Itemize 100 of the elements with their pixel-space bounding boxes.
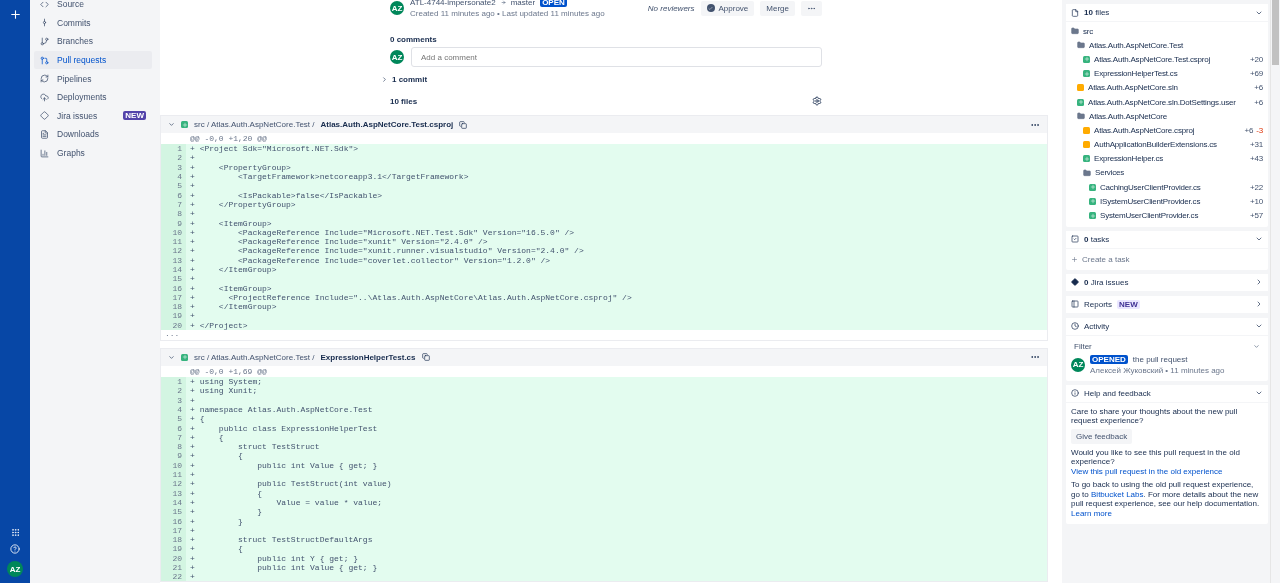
line-number: 15: [161, 507, 186, 517]
nav-item[interactable]: Branches: [34, 32, 152, 51]
line-number: 11: [161, 236, 186, 247]
file-link[interactable]: AuthApplicationBuilderExtensions.cs: [1094, 140, 1217, 150]
code-line: + }: [189, 516, 244, 526]
code-line: + </ItemGroup>: [189, 302, 278, 312]
added-count: +20: [1250, 54, 1263, 64]
file-path: src / Atlas.Auth.AspNetCore.Test /: [194, 352, 315, 362]
create-icon[interactable]: [8, 8, 22, 21]
nav-item[interactable]: Commits: [34, 13, 152, 33]
old-experience-link[interactable]: View this pull request in the old experience: [1071, 466, 1223, 476]
scrollbar-thumb[interactable]: [1272, 0, 1279, 65]
file-link[interactable]: Atlas.Auth.AspNetCore.csproj: [1094, 125, 1195, 135]
code-line: +: [189, 470, 196, 480]
files-count: 10 files: [390, 96, 418, 106]
help-icon[interactable]: [10, 544, 20, 554]
event-meta: Алексей Жуковский • 11 minutes ago: [1090, 365, 1225, 375]
jira-panel-header[interactable]: 0 Jira issues: [1066, 273, 1268, 292]
line-number: 6: [161, 190, 186, 200]
app-switcher-icon[interactable]: [10, 528, 20, 537]
file-link[interactable]: ExpressionHelperTest.cs: [1094, 69, 1178, 79]
folder-icon: [1083, 168, 1091, 177]
code-line: + public int Value { get; }: [189, 563, 379, 572]
tasks-panel-header[interactable]: 0 tasks: [1066, 230, 1268, 249]
file-link[interactable]: CachingUserClientProvider.cs: [1100, 182, 1201, 192]
panel-title: Reports: [1084, 299, 1112, 309]
code-line: +: [189, 395, 196, 405]
learn-more-link[interactable]: Learn more: [1071, 508, 1112, 518]
copy-icon[interactable]: [421, 353, 430, 362]
source-branch[interactable]: ATL-4744-impersonate2: [410, 0, 496, 7]
target-branch[interactable]: master: [510, 0, 536, 7]
folder-name[interactable]: Atlas.Auth.AspNetCore: [1089, 111, 1168, 121]
folder-icon: [1077, 112, 1085, 121]
code-line: + {: [189, 451, 244, 461]
file-added-icon: [181, 353, 188, 361]
folder-icon: [1071, 27, 1079, 36]
merge-button[interactable]: Merge: [760, 0, 795, 16]
code-line: + struct TestStructDefaultArgs: [189, 535, 374, 545]
code-line: + <PackageReference Include="xunit.runner.visualstudio" Version="2.4.0" />: [189, 246, 585, 256]
nav-item[interactable]: Deployments: [34, 87, 152, 107]
chevron-right-icon[interactable]: [1255, 300, 1263, 309]
file-link[interactable]: SystemUserClientProvider.cs: [1100, 211, 1199, 221]
labs-link[interactable]: Bitbucket Labs: [1091, 489, 1144, 499]
removed-count: -3: [1256, 125, 1263, 135]
give-feedback-button[interactable]: Give feedback: [1071, 428, 1133, 444]
bar-chart-icon: [40, 148, 49, 158]
nav-label: Deployments: [57, 92, 107, 103]
code-line: +: [189, 572, 196, 582]
help-panel-header[interactable]: Help and feedback: [1066, 384, 1268, 403]
chevron-right-icon: [381, 76, 388, 83]
folder-name[interactable]: Atlas.Auth.AspNetCore.Test: [1089, 40, 1183, 50]
commits-toggle[interactable]: 1 commit: [381, 75, 822, 84]
code-line: + </PropertyGroup>: [189, 199, 297, 209]
code-line: + <PackageReference Include="coverlet.collector" Version="1.2.0" />: [189, 255, 552, 265]
user-avatar: AZ: [390, 50, 404, 64]
reports-panel-header[interactable]: Reports NEW: [1066, 295, 1268, 314]
create-task-button[interactable]: Create a task: [1071, 250, 1263, 266]
line-number: 3: [161, 395, 186, 405]
code-line: + <ItemGroup>: [189, 283, 273, 293]
chevron-down-icon[interactable]: [168, 121, 175, 128]
file-link[interactable]: ISystemUserClientProvider.cs: [1100, 196, 1201, 206]
code-icon: [40, 0, 49, 9]
file-link[interactable]: Atlas.Auth.AspNetCore.sln: [1088, 83, 1178, 93]
added-count: +6: [1244, 125, 1254, 135]
line-number: 4: [161, 404, 186, 415]
chevron-down-icon: [1253, 342, 1260, 350]
panel-title: Help and feedback: [1084, 388, 1151, 398]
check-icon: [706, 4, 715, 12]
activity-panel-header[interactable]: Activity: [1066, 317, 1268, 336]
line-number: 10: [161, 227, 186, 237]
nav-item[interactable]: Pipelines: [34, 69, 152, 88]
code-line: + <PackageReference Include="xunit" Version="2.4.0" />: [189, 237, 489, 247]
code-line: + Value = value * value;: [189, 497, 384, 507]
nav-item[interactable]: Pull requests: [34, 50, 152, 70]
chevron-down-icon[interactable]: [168, 353, 175, 361]
added-count: +6: [1254, 97, 1263, 107]
code-line: +: [189, 153, 196, 163]
nav-item[interactable]: Jira issues NEW: [34, 106, 152, 126]
nav-item[interactable]: Graphs: [34, 143, 152, 163]
files-panel-header[interactable]: 10 files: [1066, 4, 1268, 22]
branch-icon: [40, 37, 49, 46]
cloud-upload-icon: [40, 92, 49, 102]
line-number: 18: [161, 535, 186, 545]
file-link[interactable]: ExpressionHelper.cs: [1094, 154, 1164, 164]
approve-button[interactable]: Approve: [700, 0, 755, 16]
nav-item[interactable]: Source: [34, 0, 152, 14]
line-number: 17: [161, 292, 186, 303]
copy-icon[interactable]: [459, 120, 468, 129]
user-avatar[interactable]: AZ: [7, 561, 23, 577]
file-link[interactable]: Atlas.Auth.AspNetCore.Test.csproj: [1094, 54, 1211, 64]
code-line: + public int Y { get; }: [189, 553, 360, 563]
file-link[interactable]: Atlas.Auth.AspNetCore.sln.DotSettings.user: [1088, 97, 1236, 107]
comment-input[interactable]: Add a comment: [411, 47, 822, 67]
folder-name[interactable]: Services: [1095, 168, 1125, 178]
nav-item[interactable]: Downloads: [34, 125, 152, 144]
line-number: 12: [161, 246, 186, 256]
chevron-right-icon[interactable]: [1255, 278, 1263, 287]
settings-icon[interactable]: [812, 96, 822, 106]
line-number: 10: [161, 460, 186, 470]
folder-name[interactable]: src: [1083, 26, 1094, 36]
